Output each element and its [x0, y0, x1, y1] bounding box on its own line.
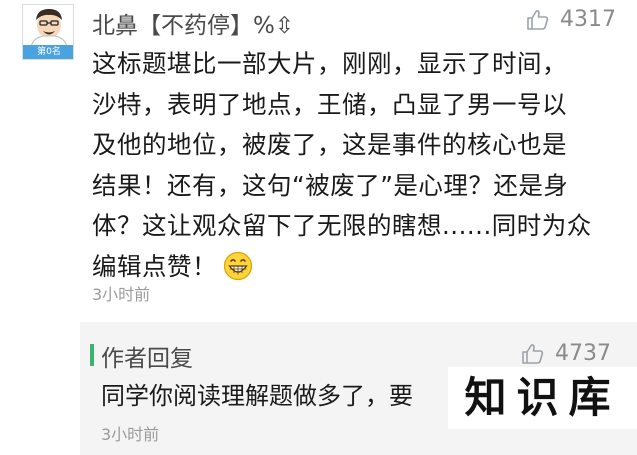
comment-line: 及他的地位，被废了，这是事件的核心也是: [92, 130, 567, 159]
grinning-face-icon: [223, 251, 253, 280]
comment-line: 编辑点赞！: [92, 251, 217, 281]
thumbs-up-icon: [522, 343, 544, 364]
avatar[interactable]: 第0名: [22, 4, 74, 60]
comment-line: 沙特，表明了地点，王储，凸显了男一号以: [92, 89, 567, 119]
comment-like-count: 4317: [560, 7, 616, 32]
reply-text: 同学你阅读理解题做多了，要: [101, 382, 413, 410]
comment-body: 这标题堪比一部大片，刚刚，显示了时间， 沙特，表明了地点，王储，凸显了男一号以 …: [92, 44, 617, 287]
comment-like-button[interactable]: 4317: [526, 7, 616, 32]
reply-like-button[interactable]: 4737: [521, 341, 611, 366]
reply-author-label: 作者回复: [101, 346, 193, 372]
reply-timestamp: 3小时前: [101, 425, 160, 444]
comment-line: 这标题堪比一部大片，刚刚，显示了时间，: [92, 49, 567, 78]
thumbs-up-icon: [527, 9, 549, 30]
avatar-rank-label: 第0名: [23, 45, 73, 59]
watermark: 知识库: [448, 367, 637, 429]
comment-username[interactable]: 北鼻【不药停】%⇳: [92, 6, 294, 40]
reply-accent-bar: [90, 344, 94, 366]
reply-like-count: 4737: [555, 341, 611, 366]
comment-line: 体？这让观众留下了无限的瞎想......同时为众: [92, 211, 592, 240]
avatar-portrait-icon: [23, 5, 73, 47]
comment-line: 结果！还有，这句“被废了”是心理？还是身: [92, 170, 569, 200]
comment-line-last: 编辑点赞！: [92, 247, 617, 288]
comment-timestamp: 3小时前: [92, 285, 151, 304]
